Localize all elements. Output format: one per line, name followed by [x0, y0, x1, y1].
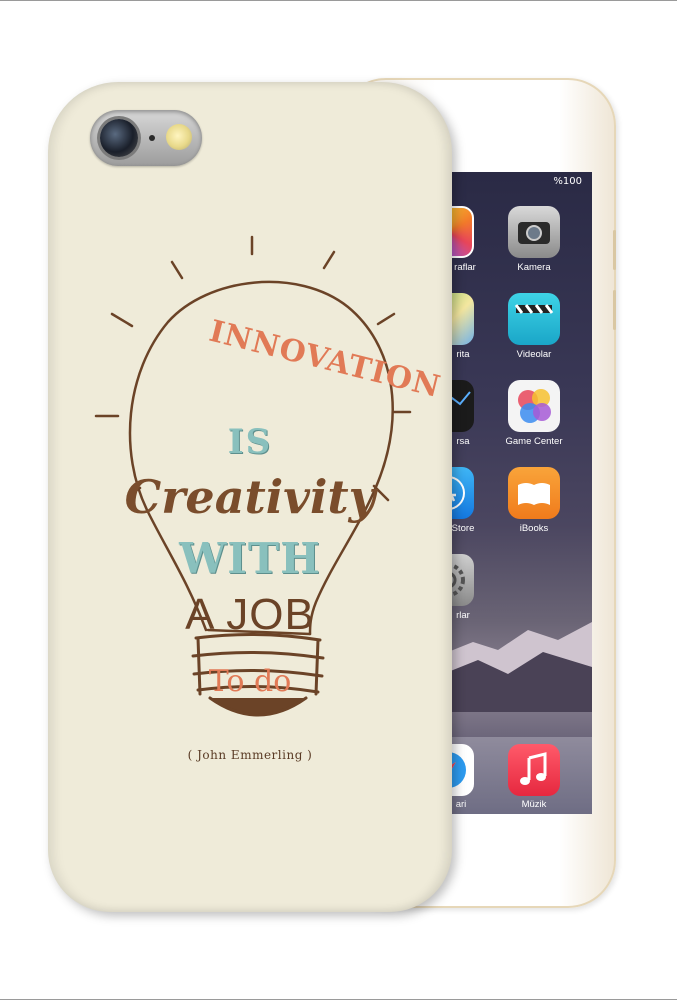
- quote-creativity: Creativity: [124, 470, 376, 524]
- quote-art: INNOVATION IS Creativity WITH A JOB To d…: [48, 82, 452, 912]
- videos-icon[interactable]: [508, 293, 560, 345]
- app-label-app-store: Store: [451, 523, 475, 534]
- quote-is: IS: [227, 422, 273, 462]
- game-center-icon[interactable]: [508, 380, 560, 432]
- ibooks-icon[interactable]: [508, 467, 560, 519]
- app-label-music: Müzik: [521, 799, 547, 810]
- phone-screen: %100 raflar Kamera rita Videolar rsa Gam: [448, 172, 592, 814]
- app-label-videos: Videolar: [516, 349, 552, 360]
- app-label-game-center: Game Center: [505, 436, 563, 447]
- camera-icon[interactable]: [508, 206, 560, 258]
- battery-status: %100: [553, 176, 582, 187]
- quote-to-do: To do: [208, 664, 292, 699]
- quote-with: WITH: [179, 534, 321, 583]
- app-label-maps: rita: [456, 349, 470, 360]
- quote-author: ( John Emmerling ): [187, 748, 313, 762]
- mountain-wallpaper: [448, 622, 592, 712]
- power-button: [613, 290, 616, 330]
- app-label-ibooks: iBooks: [519, 523, 549, 534]
- volume-button: [613, 230, 616, 270]
- top-border: [0, 0, 677, 1]
- music-icon[interactable]: [508, 744, 560, 796]
- app-label-photos: raflar: [454, 262, 476, 273]
- app-label-camera: Kamera: [517, 262, 551, 273]
- app-label-stocks: rsa: [456, 436, 470, 447]
- quote-a-job: A JOB: [185, 590, 315, 639]
- app-label-safari: ari: [455, 799, 467, 810]
